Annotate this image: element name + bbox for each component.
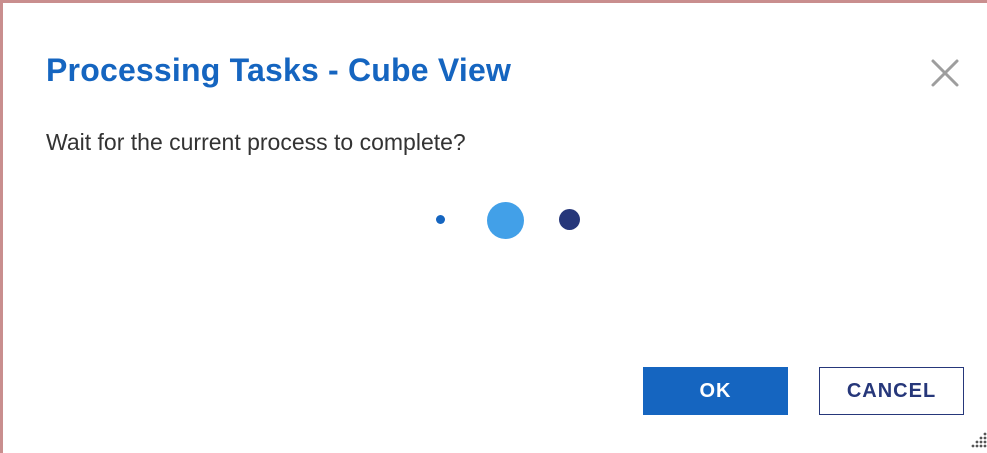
loader-dot-small <box>436 215 445 224</box>
loading-dots-icon <box>423 199 593 243</box>
close-icon <box>931 59 959 87</box>
loader-dot-large <box>487 202 524 239</box>
cancel-button[interactable]: CANCEL <box>819 367 964 415</box>
dialog-title: Processing Tasks - Cube View <box>46 52 512 88</box>
ok-button[interactable]: OK <box>643 367 788 415</box>
processing-dialog: Processing Tasks - Cube View Wait for th… <box>0 0 987 453</box>
resize-grip-icon[interactable] <box>970 431 987 449</box>
loader-dot-medium <box>559 209 580 230</box>
close-button[interactable] <box>925 53 965 93</box>
dialog-message: Wait for the current process to complete… <box>46 129 466 155</box>
